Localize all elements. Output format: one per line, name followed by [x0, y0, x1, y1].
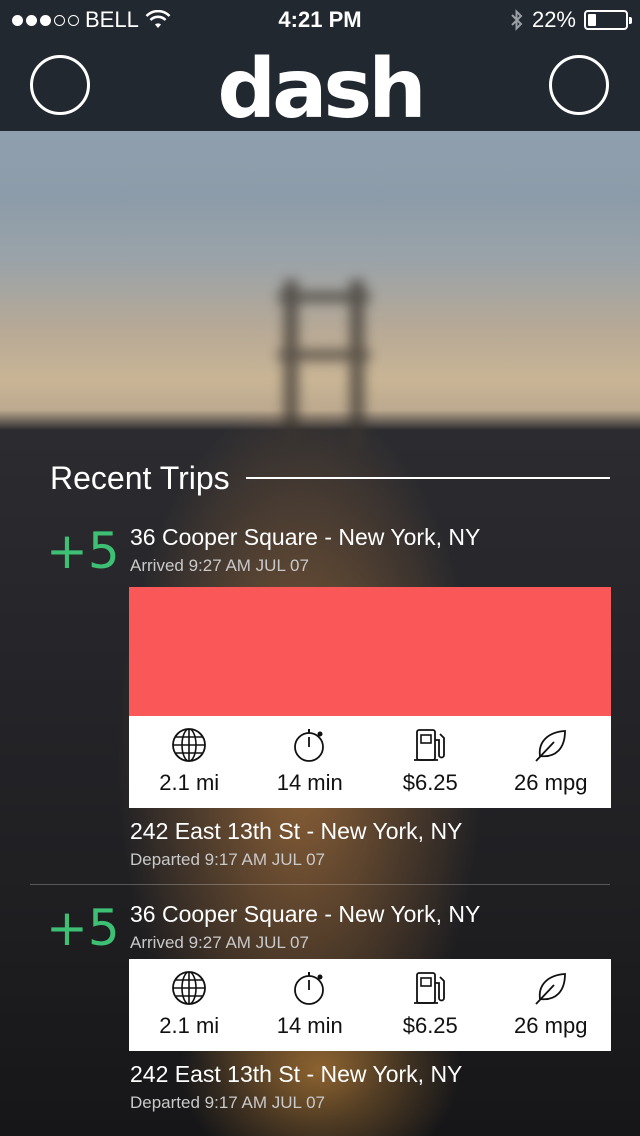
trip-stats: 2.1 mi 14 min $6.25 26 mpg — [129, 716, 611, 808]
globe-icon — [172, 728, 207, 762]
dash-logo: dash — [217, 42, 426, 137]
trip-departed-time: Departed 9:17 AM JUL 07 — [130, 850, 325, 869]
status-right: 22% — [510, 7, 632, 33]
trip-destination: 36 Cooper Square - New York, NY — [130, 524, 481, 550]
trip-card[interactable]: +5 36 Cooper Square - New York, NY Arriv… — [0, 899, 640, 1119]
stat-cost-value: $6.25 — [402, 770, 458, 795]
stat-distance: 2.1 mi — [129, 716, 250, 808]
section-divider-line — [245, 477, 610, 479]
battery-percent: 22% — [531, 7, 576, 32]
stat-cost-value: $6.25 — [402, 1013, 458, 1038]
trip-card[interactable]: +5 36 Cooper Square - New York, NY Arriv… — [0, 522, 640, 882]
wifi-icon — [145, 10, 171, 28]
stat-distance: 2.1 mi — [129, 959, 250, 1051]
stat-duration: 14 min — [250, 716, 371, 808]
trip-score: +5 — [46, 899, 120, 957]
stat-distance-value: 2.1 mi — [159, 770, 220, 795]
section-title: Recent Trips — [50, 459, 230, 496]
trip-origin: 242 East 13th St - New York, NY — [130, 1061, 463, 1087]
trip-arrived-time: Arrived 9:27 AM JUL 07 — [130, 933, 309, 952]
carrier-name: BELL — [85, 7, 139, 32]
stat-efficiency-value: 26 mpg — [514, 770, 588, 795]
recent-trips-header: Recent Trips — [50, 458, 610, 498]
stat-distance-value: 2.1 mi — [159, 1013, 220, 1038]
bridge-tower-image — [278, 280, 370, 450]
nav-bar: dash — [0, 40, 640, 137]
bluetooth-icon — [511, 9, 523, 31]
stat-cost: $6.25 — [370, 959, 491, 1051]
battery-icon — [584, 10, 632, 30]
trip-destination: 36 Cooper Square - New York, NY — [130, 901, 481, 927]
leaf-icon — [535, 973, 566, 1005]
fuel-pump-icon — [414, 729, 446, 761]
trip-map[interactable] — [129, 587, 611, 716]
fuel-pump-icon — [414, 972, 446, 1004]
stat-duration-value: 14 min — [276, 770, 343, 795]
right-menu-button[interactable] — [549, 55, 609, 115]
trip-score: +5 — [46, 522, 120, 580]
trip-divider — [30, 884, 610, 885]
stopwatch-icon — [293, 729, 324, 762]
stat-duration-value: 14 min — [276, 1013, 343, 1038]
trip-arrived-time: Arrived 9:27 AM JUL 07 — [130, 556, 309, 575]
status-left: BELL — [12, 7, 171, 33]
trip-departed-time: Departed 9:17 AM JUL 07 — [130, 1093, 325, 1112]
stat-cost: $6.25 — [370, 716, 491, 808]
signal-strength-icon — [12, 14, 79, 26]
stat-efficiency-value: 26 mpg — [514, 1013, 588, 1038]
status-bar: BELL 4:21 PM 22% — [0, 0, 640, 40]
trip-origin: 242 East 13th St - New York, NY — [130, 818, 463, 844]
leaf-icon — [535, 730, 566, 762]
stat-duration: 14 min — [250, 959, 371, 1051]
trip-stats: 2.1 mi 14 min $6.25 26 mpg — [129, 959, 611, 1051]
stopwatch-icon — [293, 972, 324, 1005]
globe-icon — [172, 971, 207, 1005]
stat-efficiency: 26 mpg — [491, 716, 612, 808]
stat-efficiency: 26 mpg — [491, 959, 612, 1051]
